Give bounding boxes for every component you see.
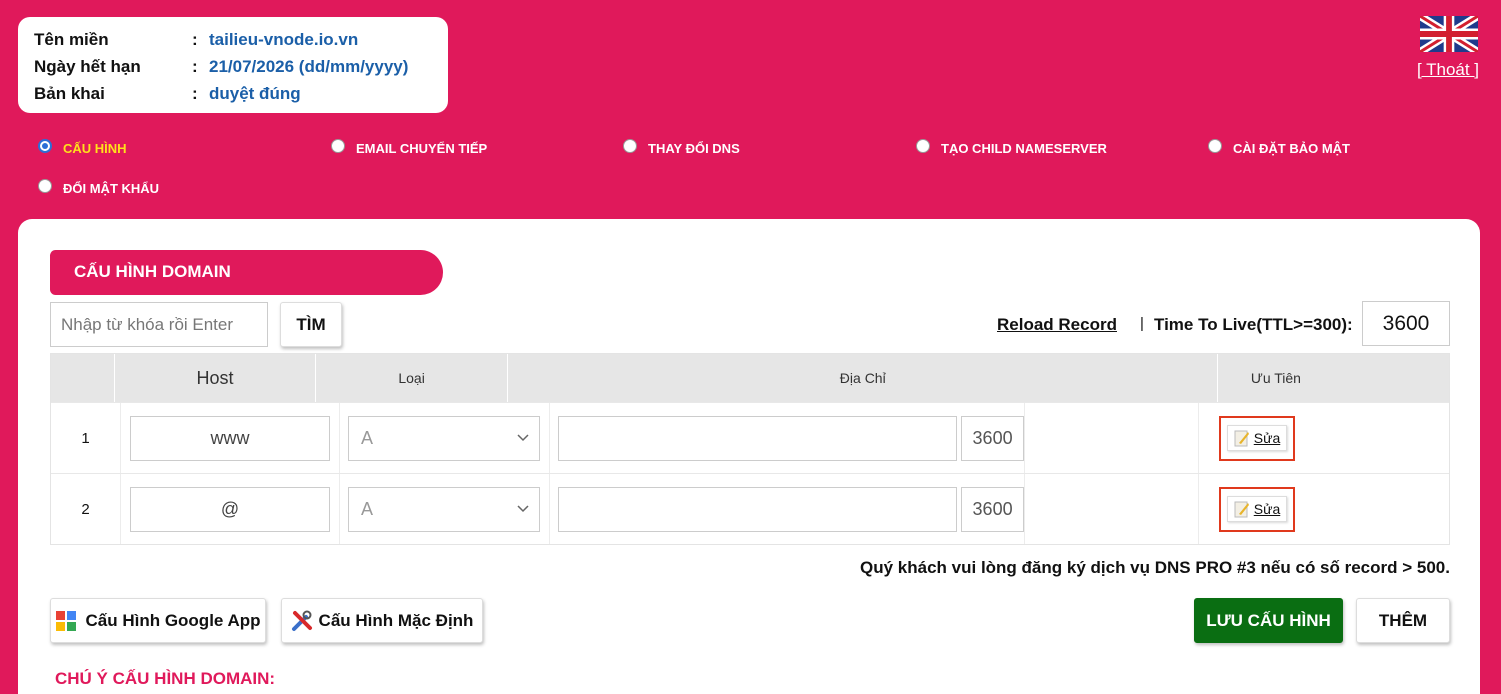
chevron-down-icon: [517, 505, 529, 513]
table-row: 2 @ A 3600 Sửa: [51, 473, 1449, 544]
domain-config-note-title: CHÚ Ý CẤU HÌNH DOMAIN:: [55, 669, 276, 688]
record-limit-notice: Quý khách vui lòng đăng ký dịch vụ DNS P…: [860, 558, 1450, 577]
info-row-declaration: Bản khai : duyệt đúng: [34, 80, 432, 107]
row-index: 2: [51, 474, 121, 544]
add-record-button[interactable]: THÊM: [1356, 598, 1450, 643]
info-colon: :: [192, 83, 198, 103]
record-type-select[interactable]: A: [348, 486, 540, 532]
reload-record-link[interactable]: Reload Record: [997, 315, 1117, 335]
info-colon: :: [192, 29, 198, 49]
header-actions: [1334, 354, 1449, 402]
search-input[interactable]: [50, 302, 268, 347]
chevron-down-icon: [517, 434, 529, 442]
domain-info-card: Tên miền : tailieu-vnode.io.vn Ngày hết …: [18, 17, 448, 113]
domain-config-panel: CẤU HÌNH DOMAIN TÌM Reload Record | Time…: [18, 219, 1480, 694]
record-type-value: A: [361, 427, 374, 448]
nav-label: ĐỔI MẬT KHẨU: [63, 181, 160, 196]
edit-button[interactable]: Sửa: [1219, 486, 1295, 532]
radio-icon[interactable]: [623, 138, 637, 153]
nav-change-dns[interactable]: THAY ĐỔI DNS: [623, 138, 740, 156]
radio-icon[interactable]: [1208, 138, 1222, 153]
ttl-input[interactable]: [1362, 301, 1450, 346]
search-button[interactable]: TÌM: [280, 302, 342, 347]
nav-change-password[interactable]: ĐỔI MẬT KHẨU: [38, 178, 160, 196]
radio-checked-icon[interactable]: [38, 138, 52, 153]
nav-label: CÀI ĐẶT BẢO MẬT: [1233, 141, 1350, 156]
table-row: 1 www A 3600 Sửa: [51, 402, 1449, 473]
expiry-date-value: 21/07/2026 (dd/mm/yyyy): [209, 56, 409, 76]
row-ttl-input[interactable]: 3600: [961, 415, 1024, 461]
header-index: [51, 354, 116, 402]
row-index: 1: [51, 403, 121, 473]
nav-label: EMAIL CHUYỂN TIẾP: [356, 141, 488, 156]
table-header: Host Loại Địa Chỉ Ưu Tiên: [51, 354, 1449, 402]
header-type: Loại: [316, 354, 509, 402]
row-ttl-input[interactable]: 3600: [961, 486, 1024, 532]
save-config-button[interactable]: LƯU CẤU HÌNH: [1194, 598, 1343, 643]
host-input[interactable]: @: [130, 486, 330, 532]
logout-link[interactable]: [ Thoát ]: [1408, 60, 1488, 80]
header-priority: Ưu Tiên: [1250, 370, 1301, 386]
info-label: Ngày hết hạn: [34, 56, 141, 76]
host-input[interactable]: www: [130, 415, 330, 461]
tools-icon: [291, 610, 312, 631]
record-type-select[interactable]: A: [348, 415, 540, 461]
info-row-domain: Tên miền : tailieu-vnode.io.vn: [34, 26, 432, 53]
uk-flag-icon[interactable]: [1420, 16, 1478, 52]
address-input[interactable]: [558, 486, 958, 532]
ttl-label: Time To Live(TTL>=300):: [1154, 315, 1353, 334]
radio-icon[interactable]: [916, 138, 930, 153]
default-config-button[interactable]: Cấu Hình Mặc Định: [281, 598, 483, 643]
address-input[interactable]: [558, 415, 958, 461]
edit-note-icon: [1234, 501, 1249, 518]
info-label: Bản khai: [34, 83, 105, 103]
edit-note-icon: [1234, 430, 1249, 447]
info-row-expiry: Ngày hết hạn : 21/07/2026 (dd/mm/yyyy): [34, 53, 432, 80]
default-config-label: Cấu Hình Mặc Định: [318, 610, 474, 630]
nav-security-settings[interactable]: CÀI ĐẶT BẢO MẬT: [1208, 138, 1350, 156]
header-host: Host: [115, 354, 316, 402]
dns-records-table: Host Loại Địa Chỉ Ưu Tiên 1 www A 3600 S…: [50, 353, 1450, 545]
nav-config[interactable]: CẤU HÌNH: [38, 138, 127, 156]
nav-label: CẤU HÌNH: [63, 141, 127, 156]
info-colon: :: [192, 56, 198, 76]
nav-email-forwarding[interactable]: EMAIL CHUYỂN TIẾP: [331, 138, 488, 156]
edit-button[interactable]: Sửa: [1219, 415, 1295, 461]
edit-button-inner[interactable]: Sửa: [1226, 496, 1288, 522]
nav-label: THAY ĐỔI DNS: [648, 141, 740, 156]
separator: |: [1140, 315, 1144, 332]
header-address: Địa Chỉ: [508, 354, 1219, 402]
domain-name-value: tailieu-vnode.io.vn: [209, 29, 359, 49]
edit-button-inner[interactable]: Sửa: [1226, 425, 1288, 451]
nav-child-nameserver[interactable]: TẠO CHILD NAMESERVER: [916, 138, 1107, 156]
section-title: CẤU HÌNH DOMAIN: [50, 250, 443, 295]
radio-icon[interactable]: [331, 138, 345, 153]
info-label: Tên miền: [34, 29, 109, 49]
radio-icon[interactable]: [38, 178, 52, 193]
google-app-config-button[interactable]: Cấu Hình Google App: [50, 598, 266, 643]
google-apps-icon: [56, 610, 77, 631]
record-type-value: A: [361, 498, 374, 519]
declaration-status-value: duyệt đúng: [209, 83, 301, 103]
google-app-config-label: Cấu Hình Google App: [85, 610, 261, 630]
nav-label: TẠO CHILD NAMESERVER: [941, 141, 1107, 156]
edit-label: Sửa: [1253, 501, 1281, 517]
edit-label: Sửa: [1253, 430, 1281, 446]
